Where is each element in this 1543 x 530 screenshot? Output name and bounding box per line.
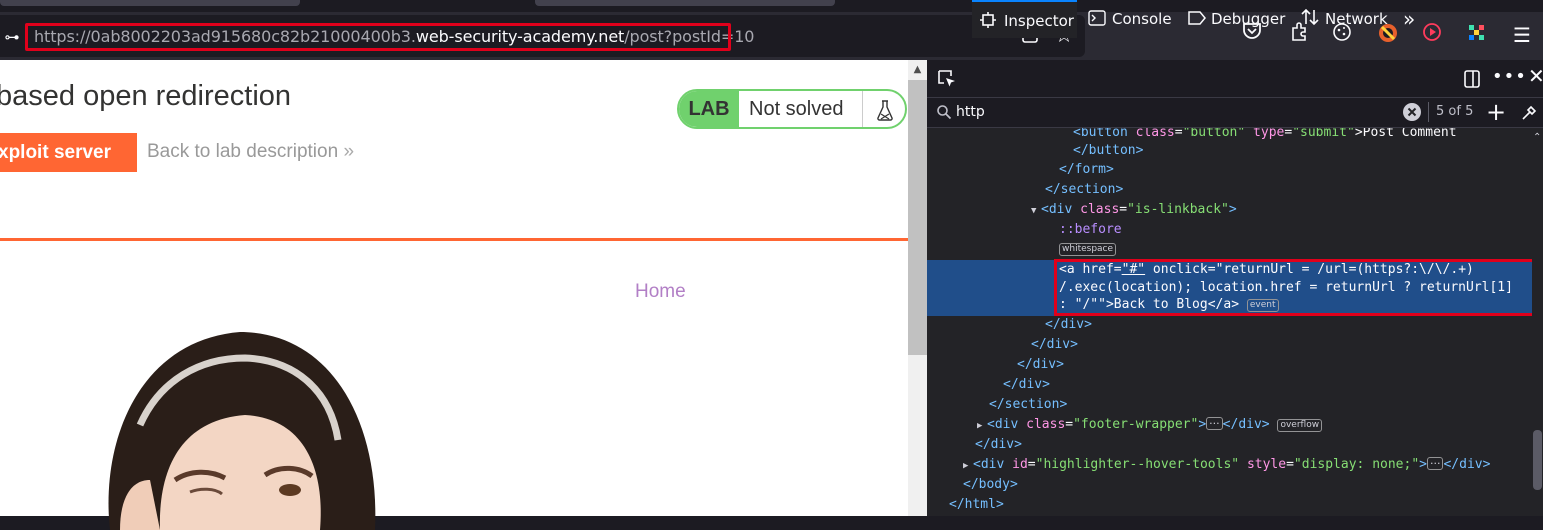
devtools-more-options-icon[interactable]: ••• bbox=[1492, 66, 1527, 87]
tab-debugger[interactable]: Debugger bbox=[1187, 0, 1285, 38]
dock-side-icon[interactable] bbox=[1462, 69, 1482, 93]
overflow-badge[interactable]: overflow bbox=[1277, 419, 1323, 432]
search-divider bbox=[1428, 102, 1429, 122]
home-link[interactable]: Home bbox=[635, 281, 686, 303]
markup-line[interactable]: </section> bbox=[1045, 180, 1123, 200]
ellipsis-badge[interactable]: ··· bbox=[1426, 457, 1444, 470]
close-devtools-icon[interactable]: ✕ bbox=[1528, 64, 1543, 88]
menu-icon[interactable]: ☰ bbox=[1509, 22, 1535, 48]
markup-line[interactable]: ▶ <div id="highlighter--hover-tools" styl… bbox=[963, 455, 1490, 476]
network-icon bbox=[1301, 2, 1319, 26]
tab-console[interactable]: Console bbox=[1088, 0, 1172, 38]
scroll-up-arrow-icon[interactable]: ▲ bbox=[908, 60, 927, 80]
markup-line[interactable]: </button> bbox=[1073, 141, 1143, 161]
markup-line[interactable]: </div> bbox=[1031, 335, 1078, 355]
html-search-input[interactable]: http bbox=[956, 104, 985, 120]
exploit-server-button[interactable]: xploit server bbox=[0, 133, 137, 172]
browser-tab[interactable] bbox=[535, 0, 835, 6]
search-result-count: 5 of 5 bbox=[1436, 104, 1474, 119]
back-to-lab-description-link[interactable]: Back to lab description » bbox=[147, 141, 354, 163]
chevrons-right-icon: » bbox=[343, 141, 355, 162]
tab-inspector[interactable]: Inspector bbox=[972, 0, 1077, 38]
selected-code-highlight-box bbox=[1054, 259, 1536, 316]
lab-label: LAB bbox=[679, 91, 739, 127]
markup-line[interactable]: </div> bbox=[1017, 355, 1064, 375]
tab-network[interactable]: Network bbox=[1301, 0, 1388, 38]
page-scrollbar-thumb[interactable] bbox=[908, 80, 927, 355]
add-node-icon[interactable]: + bbox=[1486, 98, 1506, 126]
devtools-scroll-up-icon[interactable]: ⌃ bbox=[1533, 132, 1541, 143]
markup-line[interactable]: </section> bbox=[989, 395, 1067, 415]
page-title: based open redirection bbox=[0, 80, 292, 112]
clear-search-icon[interactable] bbox=[1402, 102, 1422, 126]
color-extension-icon[interactable] bbox=[1464, 22, 1490, 48]
collapsed-twisty-icon[interactable]: ▶ bbox=[963, 456, 973, 476]
url-highlight-box bbox=[25, 23, 731, 51]
markup-line[interactable]: whitespace bbox=[1059, 239, 1117, 259]
more-tabs-chevron-icon[interactable]: » bbox=[1403, 0, 1415, 38]
markup-line[interactable]: ▶ <div class="footer-wrapper"> ··· </div> o… bbox=[977, 415, 1323, 436]
browser-tab[interactable] bbox=[0, 0, 300, 6]
collapsed-twisty-icon[interactable]: ▶ bbox=[977, 416, 987, 436]
record-icon[interactable] bbox=[1419, 22, 1445, 48]
blog-post-image bbox=[108, 332, 376, 530]
devtools-toolbar bbox=[927, 60, 1543, 98]
devtools-scrollbar-thumb[interactable] bbox=[1533, 430, 1542, 490]
site-permissions-icon[interactable]: ⊶ bbox=[0, 24, 24, 50]
console-icon bbox=[1088, 2, 1106, 26]
markup-line[interactable]: </div> bbox=[1045, 315, 1092, 335]
markup-line[interactable]: ::before bbox=[1059, 220, 1122, 240]
markup-line[interactable]: ▼ <div class="is-linkback"> bbox=[1031, 200, 1237, 221]
lab-status: Not solved bbox=[749, 98, 844, 120]
ellipsis-badge[interactable]: ··· bbox=[1206, 417, 1223, 430]
markup-view: <button class="button" type="submit">Pos… bbox=[927, 128, 1532, 516]
debugger-icon bbox=[1187, 2, 1206, 25]
markup-line[interactable]: </html> bbox=[949, 495, 1004, 515]
flask-icon bbox=[862, 91, 905, 127]
element-picker-icon[interactable] bbox=[936, 68, 958, 94]
search-icon bbox=[936, 104, 952, 124]
whitespace-badge[interactable]: whitespace bbox=[1059, 243, 1117, 256]
lab-status-badge: LAB Not solved bbox=[677, 89, 907, 129]
expanded-twisty-icon[interactable]: ▼ bbox=[1031, 201, 1041, 221]
markup-line[interactable]: </div> bbox=[975, 435, 1022, 455]
markup-line[interactable]: </form> bbox=[1059, 160, 1114, 180]
markup-line[interactable]: </body> bbox=[963, 475, 1018, 495]
header-divider bbox=[0, 238, 908, 241]
inspector-icon bbox=[980, 4, 998, 28]
eyedropper-icon[interactable] bbox=[1520, 104, 1538, 126]
markup-line[interactable]: </div> bbox=[1003, 375, 1050, 395]
